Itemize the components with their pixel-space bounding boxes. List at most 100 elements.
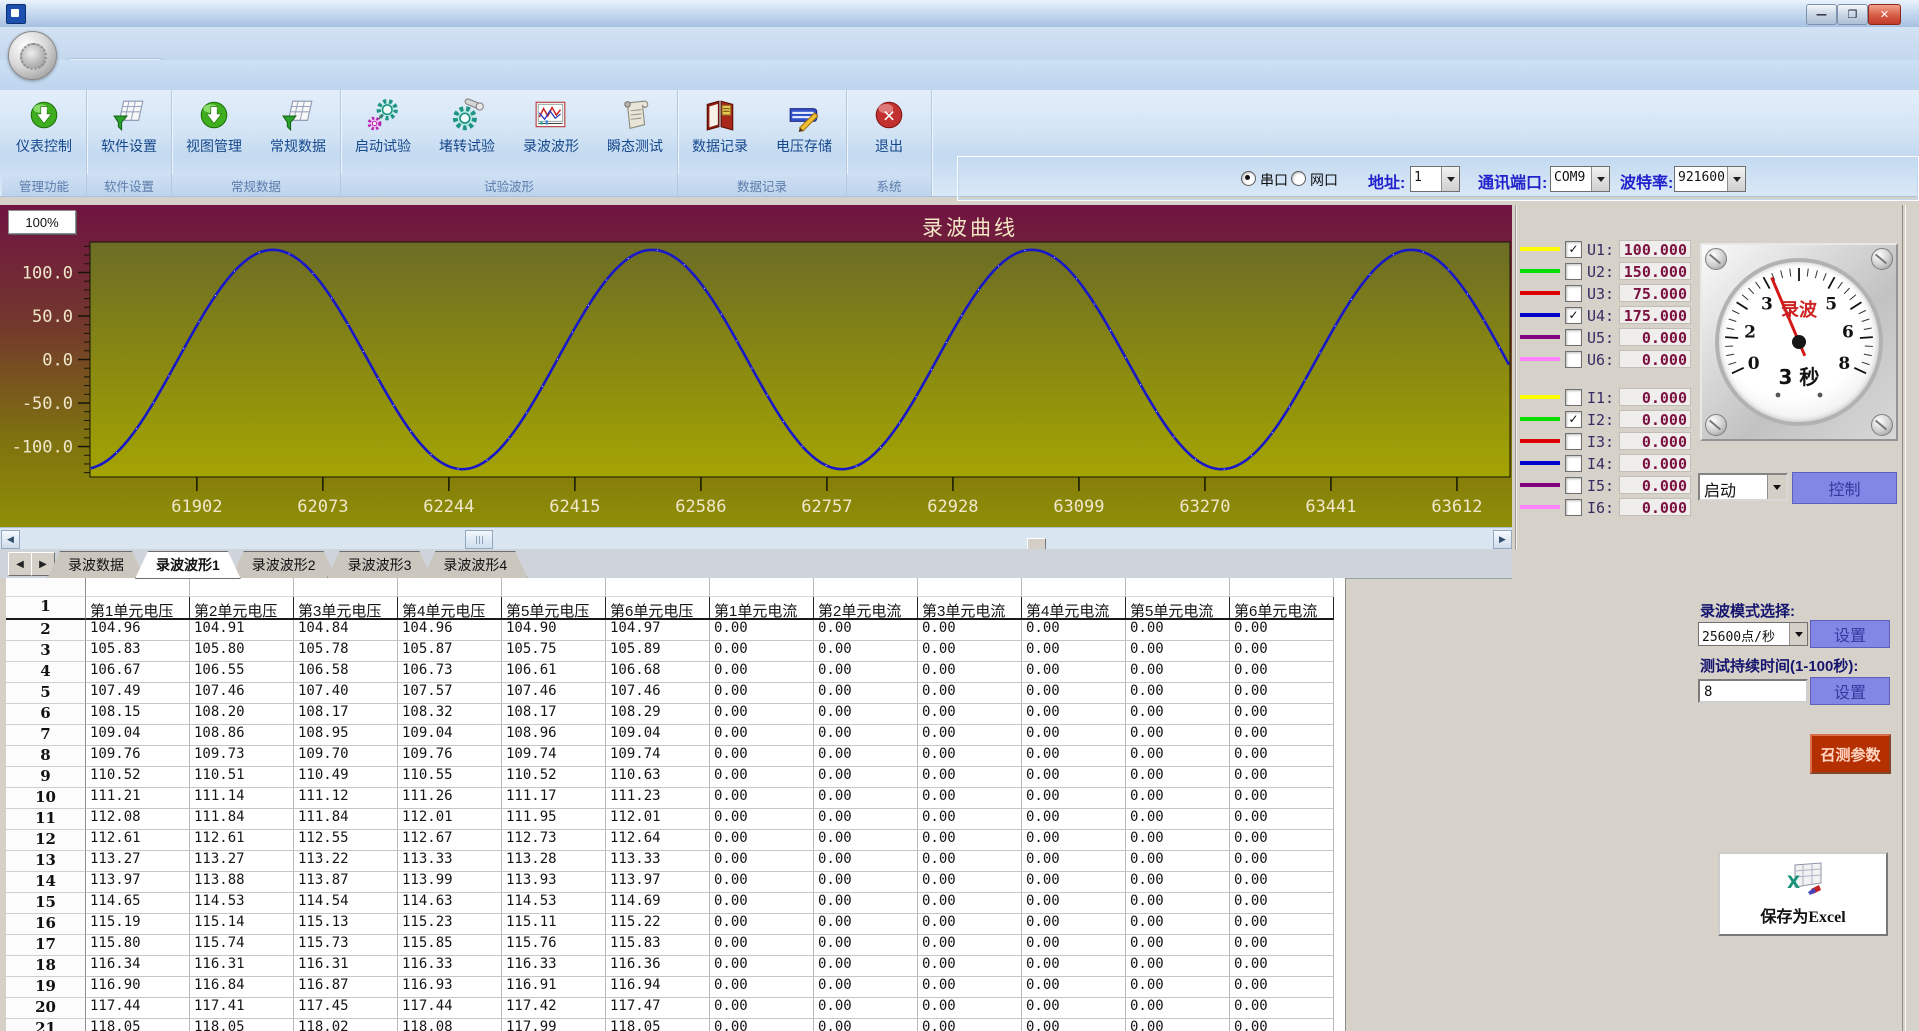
table-cell[interactable]: 115.23 (398, 914, 502, 935)
row-number[interactable]: 19 (6, 977, 86, 998)
row-number[interactable]: 13 (6, 851, 86, 872)
column-header[interactable]: 第1单元电流 (710, 597, 814, 620)
table-cell[interactable]: 0.00 (710, 704, 814, 725)
channel-u2-value[interactable]: 150.000 (1619, 262, 1691, 280)
row-number[interactable]: 7 (6, 725, 86, 746)
table-cell[interactable]: 0.00 (918, 830, 1022, 851)
scroll-left-icon[interactable]: ◀ (1, 530, 20, 549)
table-cell[interactable]: 111.84 (294, 809, 398, 830)
ribbon-button-voltage-store[interactable]: 电压存储 (762, 90, 846, 174)
table-cell[interactable]: 106.68 (606, 662, 710, 683)
table-cell[interactable]: 116.84 (190, 977, 294, 998)
ribbon-button-normal-data[interactable]: 常规数据 (256, 90, 340, 174)
table-cell[interactable]: 106.67 (86, 662, 190, 683)
table-cell[interactable]: 0.00 (918, 767, 1022, 788)
column-header[interactable]: 第5单元电压 (502, 597, 606, 620)
table-cell[interactable]: 0.00 (1126, 1019, 1230, 1031)
table-cell[interactable]: 0.00 (918, 746, 1022, 767)
table-cell[interactable]: 113.97 (86, 872, 190, 893)
table-cell[interactable]: 108.32 (398, 704, 502, 725)
channel-u1-checkbox[interactable]: ✓ (1565, 241, 1582, 258)
table-cell[interactable]: 108.17 (502, 704, 606, 725)
table-cell[interactable]: 113.33 (398, 851, 502, 872)
table-cell[interactable]: 113.87 (294, 872, 398, 893)
table-cell[interactable]: 105.87 (398, 641, 502, 662)
table-cell[interactable]: 0.00 (814, 767, 918, 788)
table-cell[interactable]: 115.85 (398, 935, 502, 956)
table-cell[interactable]: 0.00 (710, 788, 814, 809)
table-cell[interactable]: 0.00 (1126, 641, 1230, 662)
table-cell[interactable]: 0.00 (1230, 977, 1334, 998)
table-cell[interactable]: 109.76 (86, 746, 190, 767)
row-number[interactable]: 6 (6, 704, 86, 725)
channel-u4-checkbox[interactable]: ✓ (1565, 307, 1582, 324)
channel-u5-checkbox[interactable] (1565, 329, 1582, 346)
table-cell[interactable]: 111.21 (86, 788, 190, 809)
table-cell[interactable]: 116.31 (190, 956, 294, 977)
table-cell[interactable]: 0.00 (710, 914, 814, 935)
table-cell[interactable]: 0.00 (814, 851, 918, 872)
table-cell[interactable]: 0.00 (1230, 767, 1334, 788)
table-cell[interactable]: 0.00 (814, 641, 918, 662)
table-cell[interactable]: 109.04 (398, 725, 502, 746)
table-cell[interactable]: 0.00 (710, 956, 814, 977)
table-cell[interactable]: 110.63 (606, 767, 710, 788)
table-cell[interactable]: 113.99 (398, 872, 502, 893)
ribbon-button-wave-record[interactable]: 录波波形 (509, 90, 593, 174)
table-cell[interactable]: 109.74 (502, 746, 606, 767)
application-orb-button[interactable] (8, 31, 57, 80)
sheet-tab-waveform-3[interactable]: 录波波形3 (327, 551, 433, 579)
table-cell[interactable]: 0.00 (1022, 977, 1126, 998)
recall-parameters-button[interactable]: 召测参数 (1810, 734, 1891, 774)
table-cell[interactable]: 0.00 (1022, 620, 1126, 641)
table-cell[interactable]: 113.88 (190, 872, 294, 893)
table-cell[interactable]: 107.40 (294, 683, 398, 704)
table-cell[interactable]: 0.00 (1126, 830, 1230, 851)
table-cell[interactable]: 0.00 (814, 746, 918, 767)
table-cell[interactable]: 104.91 (190, 620, 294, 641)
table-cell[interactable]: 112.61 (86, 830, 190, 851)
table-cell[interactable]: 111.95 (502, 809, 606, 830)
table-cell[interactable]: 109.74 (606, 746, 710, 767)
table-cell[interactable]: 104.90 (502, 620, 606, 641)
table-cell[interactable]: 111.84 (190, 809, 294, 830)
column-header[interactable]: 第6单元电流 (1230, 597, 1334, 620)
ribbon-button-data-log[interactable]: 数据记录 (678, 90, 762, 174)
table-cell[interactable]: 0.00 (918, 893, 1022, 914)
table-cell[interactable]: 108.95 (294, 725, 398, 746)
table-cell[interactable]: 117.44 (86, 998, 190, 1019)
table-cell[interactable]: 0.00 (710, 683, 814, 704)
table-cell[interactable]: 109.04 (86, 725, 190, 746)
table-cell[interactable]: 0.00 (710, 851, 814, 872)
table-cell[interactable]: 112.08 (86, 809, 190, 830)
table-cell[interactable]: 0.00 (710, 893, 814, 914)
table-cell[interactable]: 0.00 (814, 788, 918, 809)
column-header[interactable]: 第4单元电压 (398, 597, 502, 620)
table-cell[interactable]: 0.00 (1126, 998, 1230, 1019)
table-cell[interactable]: 0.00 (1230, 746, 1334, 767)
table-cell[interactable]: 109.73 (190, 746, 294, 767)
table-cell[interactable]: 115.83 (606, 935, 710, 956)
table-cell[interactable]: 115.19 (86, 914, 190, 935)
table-cell[interactable]: 0.00 (1126, 935, 1230, 956)
table-cell[interactable]: 111.12 (294, 788, 398, 809)
table-cell[interactable]: 117.99 (502, 1019, 606, 1031)
table-cell[interactable]: 0.00 (1126, 893, 1230, 914)
table-cell[interactable]: 0.00 (1126, 725, 1230, 746)
scroll-right-icon[interactable]: ▶ (1493, 530, 1512, 549)
table-cell[interactable]: 0.00 (918, 851, 1022, 872)
table-cell[interactable]: 116.87 (294, 977, 398, 998)
table-cell[interactable]: 0.00 (814, 704, 918, 725)
channel-i2-checkbox[interactable]: ✓ (1565, 411, 1582, 428)
baud-rate-dropdown[interactable]: 921600 (1674, 166, 1746, 192)
table-cell[interactable]: 0.00 (1230, 830, 1334, 851)
table-cell[interactable]: 0.00 (918, 641, 1022, 662)
table-cell[interactable]: 117.42 (502, 998, 606, 1019)
table-cell[interactable]: 113.22 (294, 851, 398, 872)
table-cell[interactable]: 113.28 (502, 851, 606, 872)
table-cell[interactable]: 104.96 (398, 620, 502, 641)
table-cell[interactable]: 0.00 (1126, 809, 1230, 830)
com-port-dropdown-arrow-icon[interactable] (1591, 167, 1609, 191)
table-cell[interactable]: 110.55 (398, 767, 502, 788)
channel-u4-value[interactable]: 175.000 (1619, 306, 1691, 324)
